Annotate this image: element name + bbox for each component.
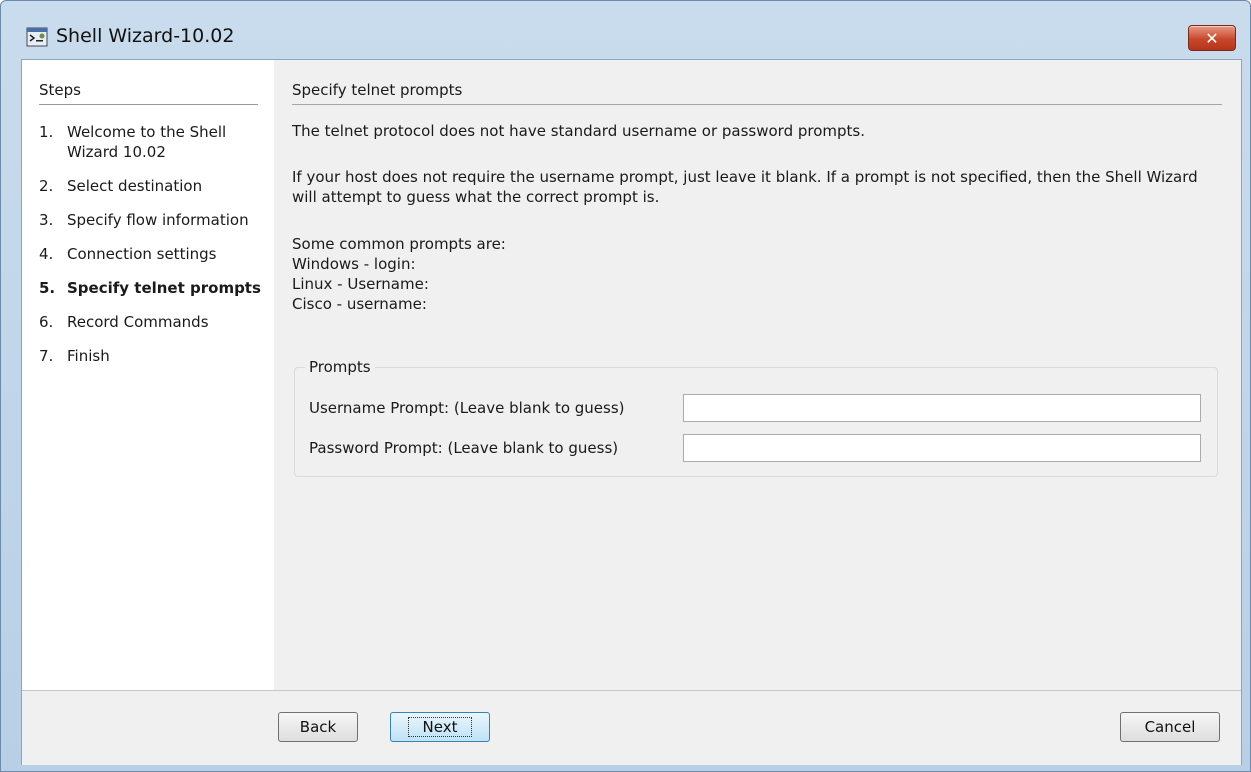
- common-prompts-heading: Some common prompts are:: [292, 235, 506, 253]
- close-button[interactable]: ✕: [1188, 25, 1236, 51]
- common-prompt-windows: Windows - login:: [292, 255, 416, 273]
- next-button-label: Next: [407, 717, 473, 737]
- step-label: Connection settings: [67, 245, 217, 263]
- step-number: 6.: [39, 313, 54, 331]
- password-prompt-input[interactable]: [683, 434, 1201, 462]
- steps-title: Steps: [39, 81, 81, 99]
- cancel-button[interactable]: Cancel: [1120, 712, 1220, 742]
- main-panel: Specify telnet prompts The telnet protoc…: [274, 60, 1241, 690]
- common-prompt-linux: Linux - Username:: [292, 275, 429, 293]
- username-row: Username Prompt: (Leave blank to guess): [309, 392, 1201, 424]
- step-item-welcome: 1. Welcome to the Shell Wizard 10.02: [39, 122, 269, 162]
- step-label: Finish: [67, 347, 110, 365]
- close-icon: ✕: [1205, 28, 1219, 48]
- step-number: 4.: [39, 245, 54, 263]
- step-number: 1.: [39, 123, 54, 141]
- step-label: Record Commands: [67, 313, 209, 331]
- step-number: 3.: [39, 211, 54, 229]
- step-item-connection-settings: 4. Connection settings: [39, 244, 269, 264]
- next-button[interactable]: Next: [390, 712, 490, 742]
- prompts-legend: Prompts: [305, 358, 375, 376]
- intro-text: The telnet protocol does not have standa…: [292, 122, 865, 140]
- step-number: 7.: [39, 347, 54, 365]
- username-prompt-input[interactable]: [683, 394, 1201, 422]
- wizard-window: Shell Wizard-10.02 ✕ Steps 1. Welcome to…: [0, 0, 1251, 772]
- step-label: Welcome to the Shell Wizard 10.02: [67, 123, 227, 161]
- back-button-label: Back: [299, 718, 337, 736]
- steps-list: 1. Welcome to the Shell Wizard 10.02 2. …: [39, 122, 269, 380]
- step-number: 2.: [39, 177, 54, 195]
- step-item-record-commands: 6. Record Commands: [39, 312, 269, 332]
- steps-sidebar: Steps 1. Welcome to the Shell Wizard 10.…: [22, 60, 274, 690]
- step-label: Specify telnet prompts: [67, 279, 261, 297]
- username-prompt-label: Username Prompt: (Leave blank to guess): [309, 399, 625, 417]
- divider: [39, 104, 258, 105]
- prompts-group: Prompts Username Prompt: (Leave blank to…: [294, 358, 1218, 477]
- hint-text: If your host does not require the userna…: [292, 168, 1198, 206]
- window-title: Shell Wizard-10.02: [56, 25, 235, 47]
- common-prompt-cisco: Cisco - username:: [292, 295, 427, 313]
- step-number: 5.: [39, 279, 56, 297]
- step-label: Specify flow information: [67, 211, 249, 229]
- step-item-flow-information: 3. Specify flow information: [39, 210, 269, 230]
- cancel-button-label: Cancel: [1144, 718, 1196, 736]
- wizard-client-area: Steps 1. Welcome to the Shell Wizard 10.…: [21, 59, 1242, 765]
- button-bar: Back Next Cancel: [22, 690, 1241, 765]
- step-item-telnet-prompts: 5. Specify telnet prompts: [39, 278, 269, 298]
- title-bar[interactable]: Shell Wizard-10.02 ✕: [1, 1, 1250, 59]
- shell-wizard-icon: [26, 27, 48, 47]
- page-title: Specify telnet prompts: [292, 81, 463, 99]
- step-item-finish: 7. Finish: [39, 346, 269, 366]
- password-row: Password Prompt: (Leave blank to guess): [309, 432, 1201, 464]
- step-item-select-destination: 2. Select destination: [39, 176, 269, 196]
- password-prompt-label: Password Prompt: (Leave blank to guess): [309, 439, 619, 457]
- back-button[interactable]: Back: [278, 712, 358, 742]
- step-label: Select destination: [67, 177, 203, 195]
- divider: [292, 104, 1222, 105]
